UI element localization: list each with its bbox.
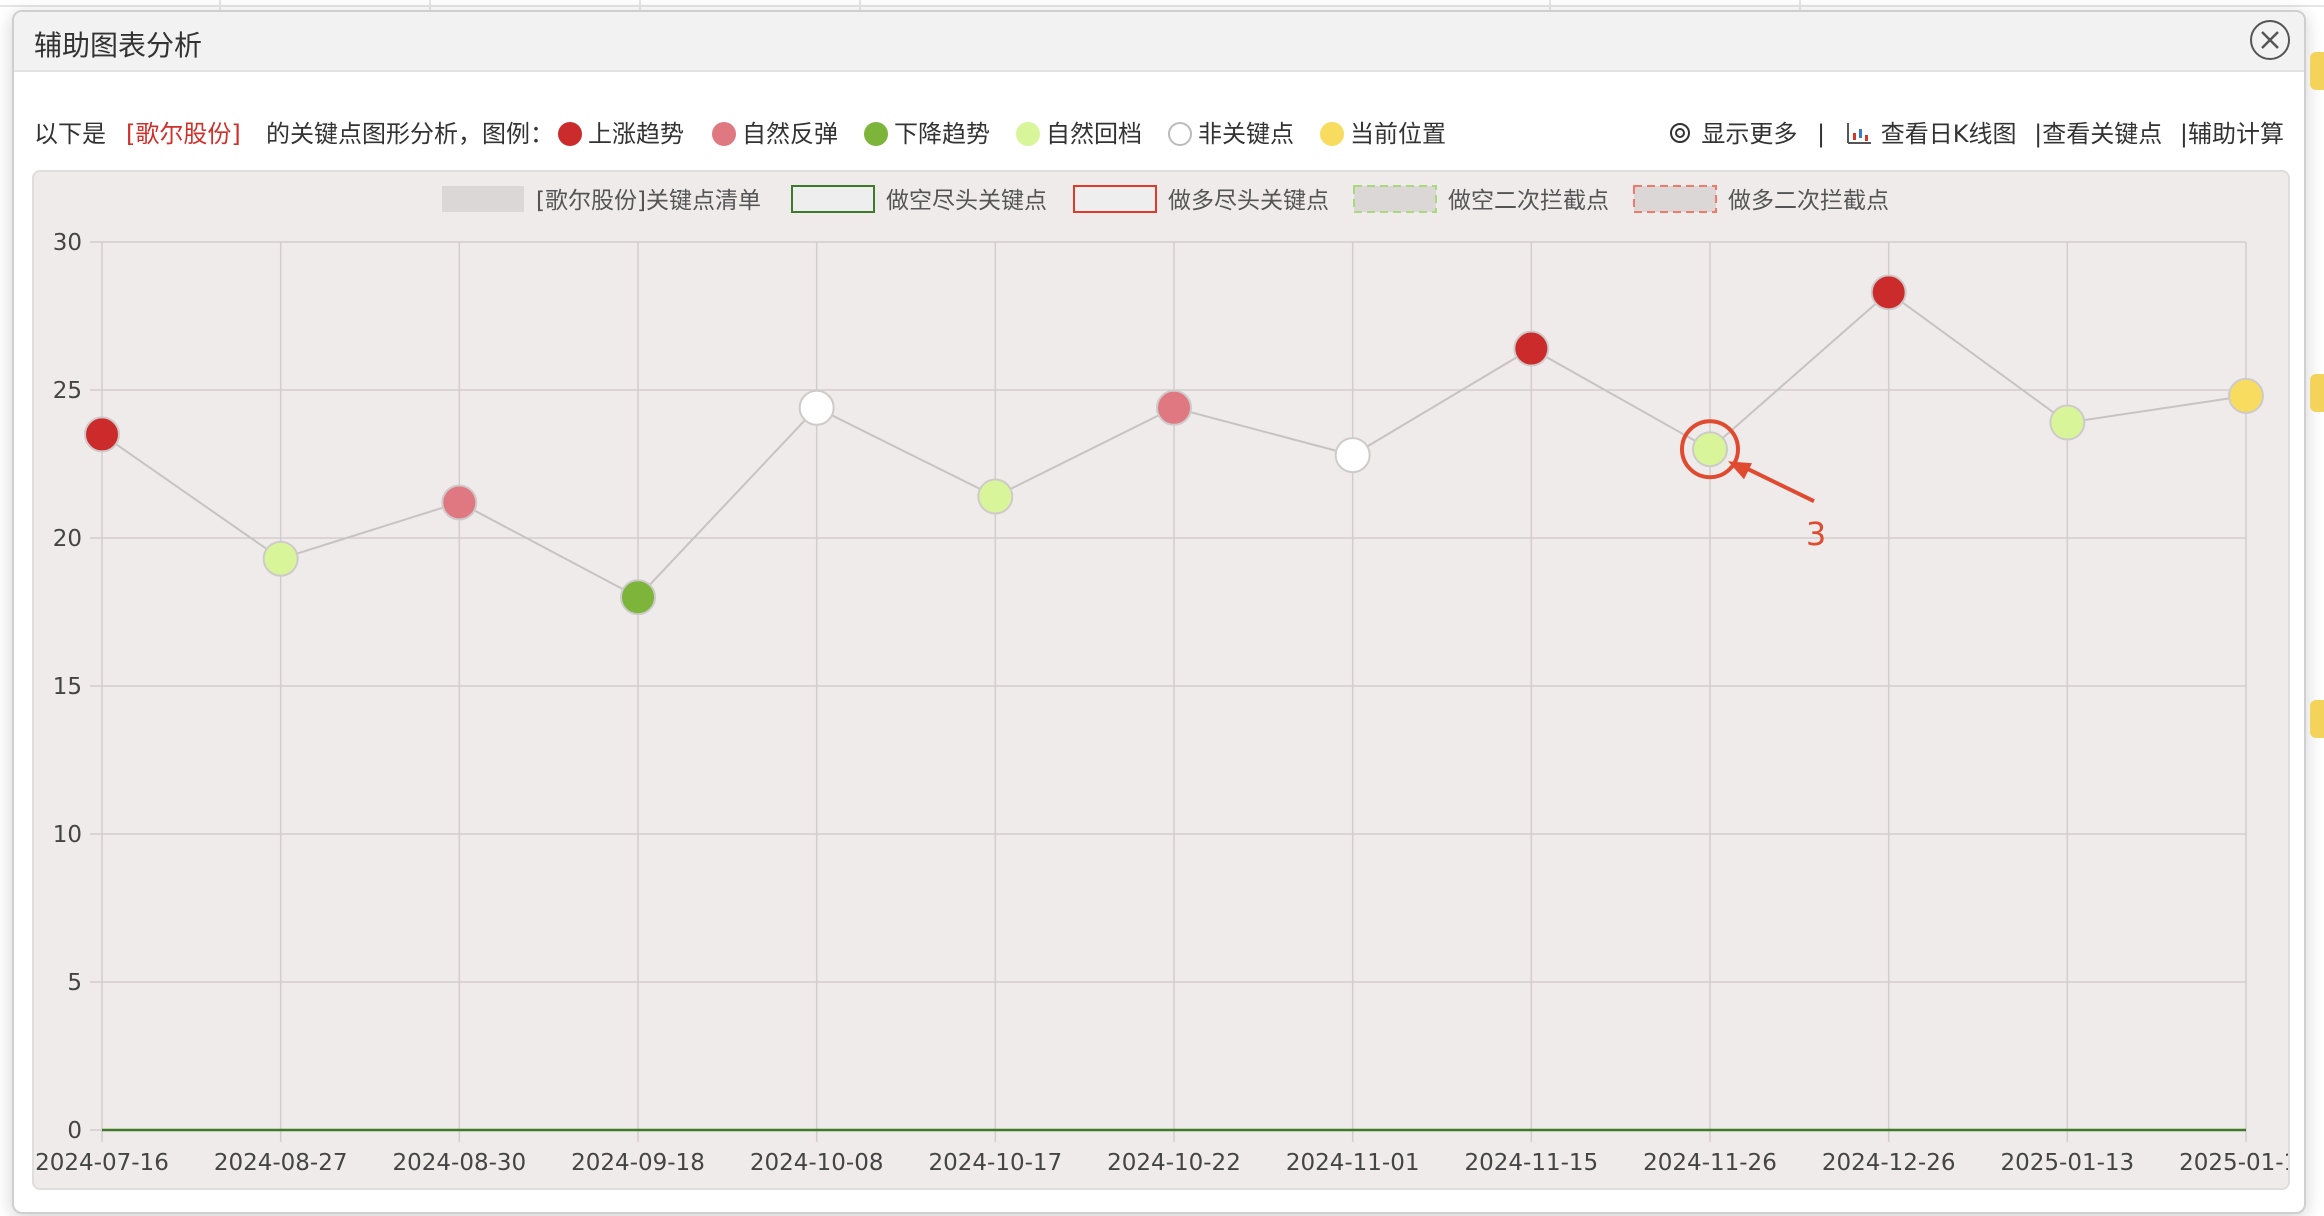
- data-point: [1513, 330, 1550, 367]
- data-point: [1334, 437, 1371, 474]
- kline-chart-icon: [1846, 123, 1871, 144]
- legend-label: 做多尽头关键点: [1168, 188, 1329, 214]
- toolbar-links: 显示更多 | 查看日K线图 |查看关键点 |辅助计算: [1667, 114, 2284, 154]
- legend-label: 做多二次拦截点: [1728, 188, 1889, 214]
- x-tick-label: 2024-12-26: [1822, 1150, 1956, 1176]
- data-point: [84, 416, 120, 453]
- legend-swatch: [442, 186, 524, 212]
- data-point: [2228, 377, 2264, 414]
- x-tick-label: 2024-10-08: [750, 1150, 884, 1176]
- stock-name: [歌尔股份]: [126, 120, 241, 148]
- x-tick-label: 2024-10-17: [928, 1150, 1062, 1176]
- legend-item-rebound: 自然反弹: [742, 120, 838, 148]
- chart-panel: [歌尔股份]关键点清单 做空尽头关键点 做多尽头关键点 做空二次拦截点 做多二次拦截点 …: [32, 170, 2290, 1190]
- rebound-dot-icon: [712, 122, 736, 146]
- data-point: [262, 540, 299, 577]
- data-point: [977, 478, 1014, 515]
- x-tick-label: 2024-09-18: [571, 1150, 705, 1176]
- chart-legend: [歌尔股份]关键点清单 做空尽头关键点 做多尽头关键点 做空二次拦截点 做多二次拦截点: [442, 185, 1889, 214]
- y-tick-label: 0: [67, 1118, 82, 1144]
- annotation-arrow-head: [1728, 461, 1752, 480]
- pullback-dot-icon: [1016, 122, 1040, 146]
- y-tick-label: 10: [53, 822, 82, 848]
- point-legend: 以下是 [歌尔股份] 的关键点图形分析，图例： 上涨趋势 自然反弹 下降趋势 自…: [34, 114, 2284, 154]
- data-point: [441, 484, 478, 521]
- legend-item-nonkey: 非关键点: [1198, 120, 1294, 148]
- data-point: [1692, 431, 1728, 468]
- annotation-label: 3: [1806, 515, 1826, 553]
- legend-label: 做空二次拦截点: [1448, 188, 1609, 214]
- close-button[interactable]: [2250, 20, 2290, 60]
- data-point: [1156, 389, 1192, 426]
- x-tick-label: 2025-01-13: [2000, 1150, 2134, 1176]
- data-point: [2049, 404, 2086, 441]
- chart-grid: [90, 241, 2247, 1142]
- legend-item-downtrend: 下降趋势: [894, 120, 990, 148]
- legend-item-current: 当前位置: [1350, 120, 1446, 148]
- show-more-link[interactable]: 显示更多: [1701, 120, 1797, 148]
- dialog-title: 辅助图表分析: [34, 29, 203, 62]
- uptrend-dot-icon: [558, 122, 582, 146]
- bg-sheet-badge: [2310, 52, 2324, 90]
- x-tick-label: 2024-08-27: [214, 1150, 348, 1176]
- data-point: [1870, 274, 1907, 311]
- legend-label: [歌尔股份]关键点清单: [536, 188, 761, 214]
- view-daily-k-link[interactable]: 查看日K线图: [1881, 120, 2017, 148]
- data-point: [798, 389, 835, 426]
- x-tick-label: 2024-07-16: [35, 1150, 169, 1176]
- x-tick-label: 2024-08-30: [392, 1150, 526, 1176]
- key-point-chart: [歌尔股份]关键点清单 做空尽头关键点 做多尽头关键点 做空二次拦截点 做多二次拦截点 …: [35, 185, 2288, 1176]
- legend-swatch: [791, 185, 875, 213]
- y-tick-label: 20: [53, 526, 82, 552]
- x-tick-label: 2024-11-26: [1643, 1150, 1777, 1176]
- current-dot-icon: [1320, 122, 1344, 146]
- legend-prefix: 以下是: [34, 120, 106, 148]
- legend-item-uptrend: 上涨趋势: [588, 120, 684, 148]
- link-separator: |: [1817, 120, 1826, 148]
- legend-suffix: 的关键点图形分析，图例：: [266, 120, 554, 148]
- chart-axes: 0 5 10 15 20 25 30 2024-07-16 2024-08-27 2024-08-…: [35, 230, 2288, 1176]
- x-tick-label: 2025-01-18: [2179, 1150, 2288, 1176]
- y-tick-label: 25: [53, 378, 82, 404]
- annotation-arrow-line: [1739, 463, 1815, 503]
- data-point: [620, 579, 656, 616]
- downtrend-dot-icon: [864, 122, 888, 146]
- legend-swatch: [1353, 185, 1437, 213]
- legend-item-pullback: 自然回档: [1046, 120, 1142, 148]
- x-tick-label: 2024-11-15: [1464, 1150, 1598, 1176]
- y-tick-label: 5: [67, 970, 82, 996]
- close-icon: [2261, 31, 2279, 49]
- legend-swatch: [1073, 185, 1157, 213]
- show-more-icon: [1670, 123, 1691, 143]
- chart-dialog: 辅助图表分析 以下是 [歌尔股份] 的关键点图形分析，图例： 上涨趋势 自然反弹…: [12, 10, 2306, 1214]
- bg-sheet-badge: [2310, 374, 2324, 412]
- y-tick-label: 30: [53, 230, 82, 256]
- legend-swatch: [1633, 185, 1717, 213]
- bg-sheet-badge: [2310, 700, 2324, 738]
- dialog-titlebar: 辅助图表分析: [14, 12, 2304, 72]
- x-tick-label: 2024-11-01: [1286, 1150, 1420, 1176]
- view-key-points-link[interactable]: |查看关键点: [2034, 120, 2162, 148]
- y-tick-label: 15: [53, 674, 82, 700]
- x-tick-label: 2024-10-22: [1107, 1150, 1241, 1176]
- legend-label: 做空尽头关键点: [886, 188, 1047, 214]
- assist-calc-link[interactable]: |辅助计算: [2180, 120, 2284, 148]
- nonkey-dot-icon: [1168, 122, 1192, 146]
